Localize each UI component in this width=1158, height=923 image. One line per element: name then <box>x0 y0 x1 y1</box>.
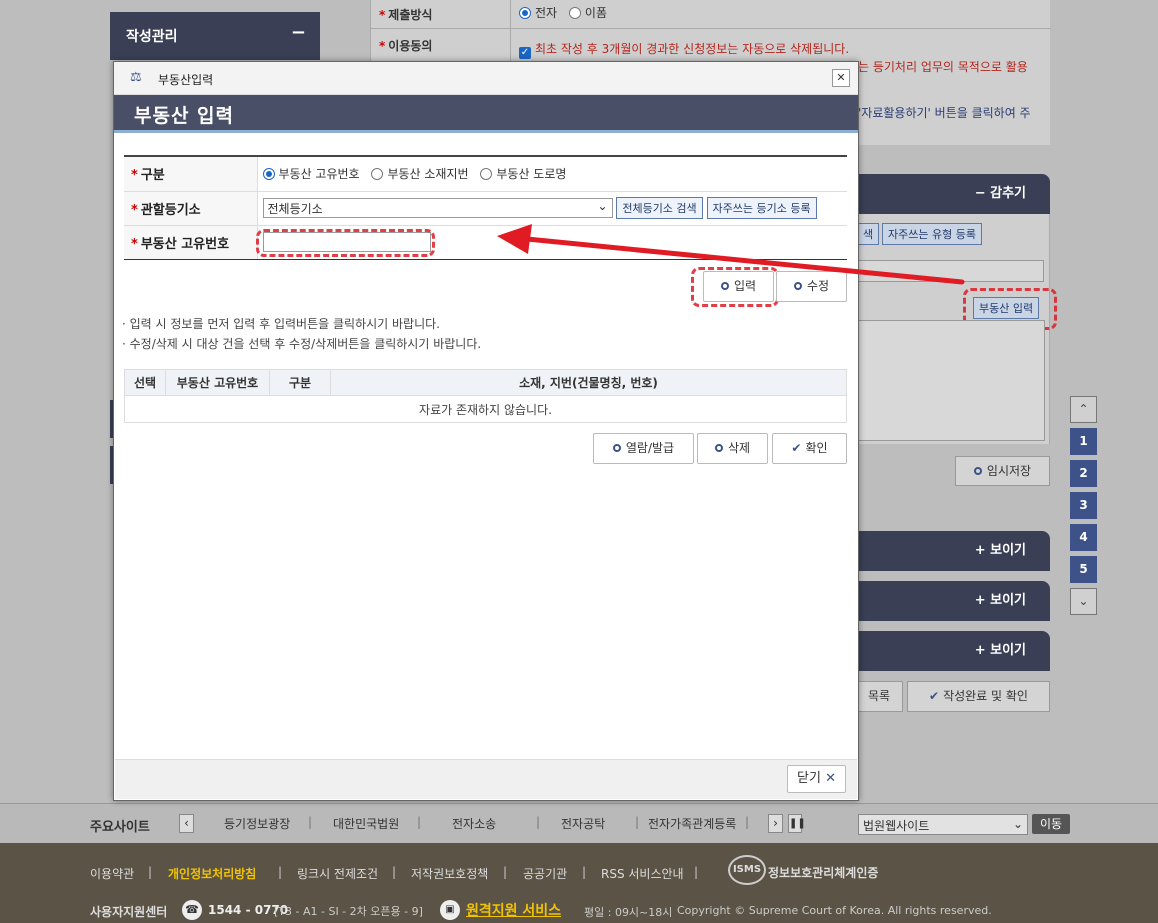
arrow-shaft <box>524 236 965 285</box>
arrow-head-icon <box>497 224 532 254</box>
annotation-arrow <box>497 224 965 285</box>
